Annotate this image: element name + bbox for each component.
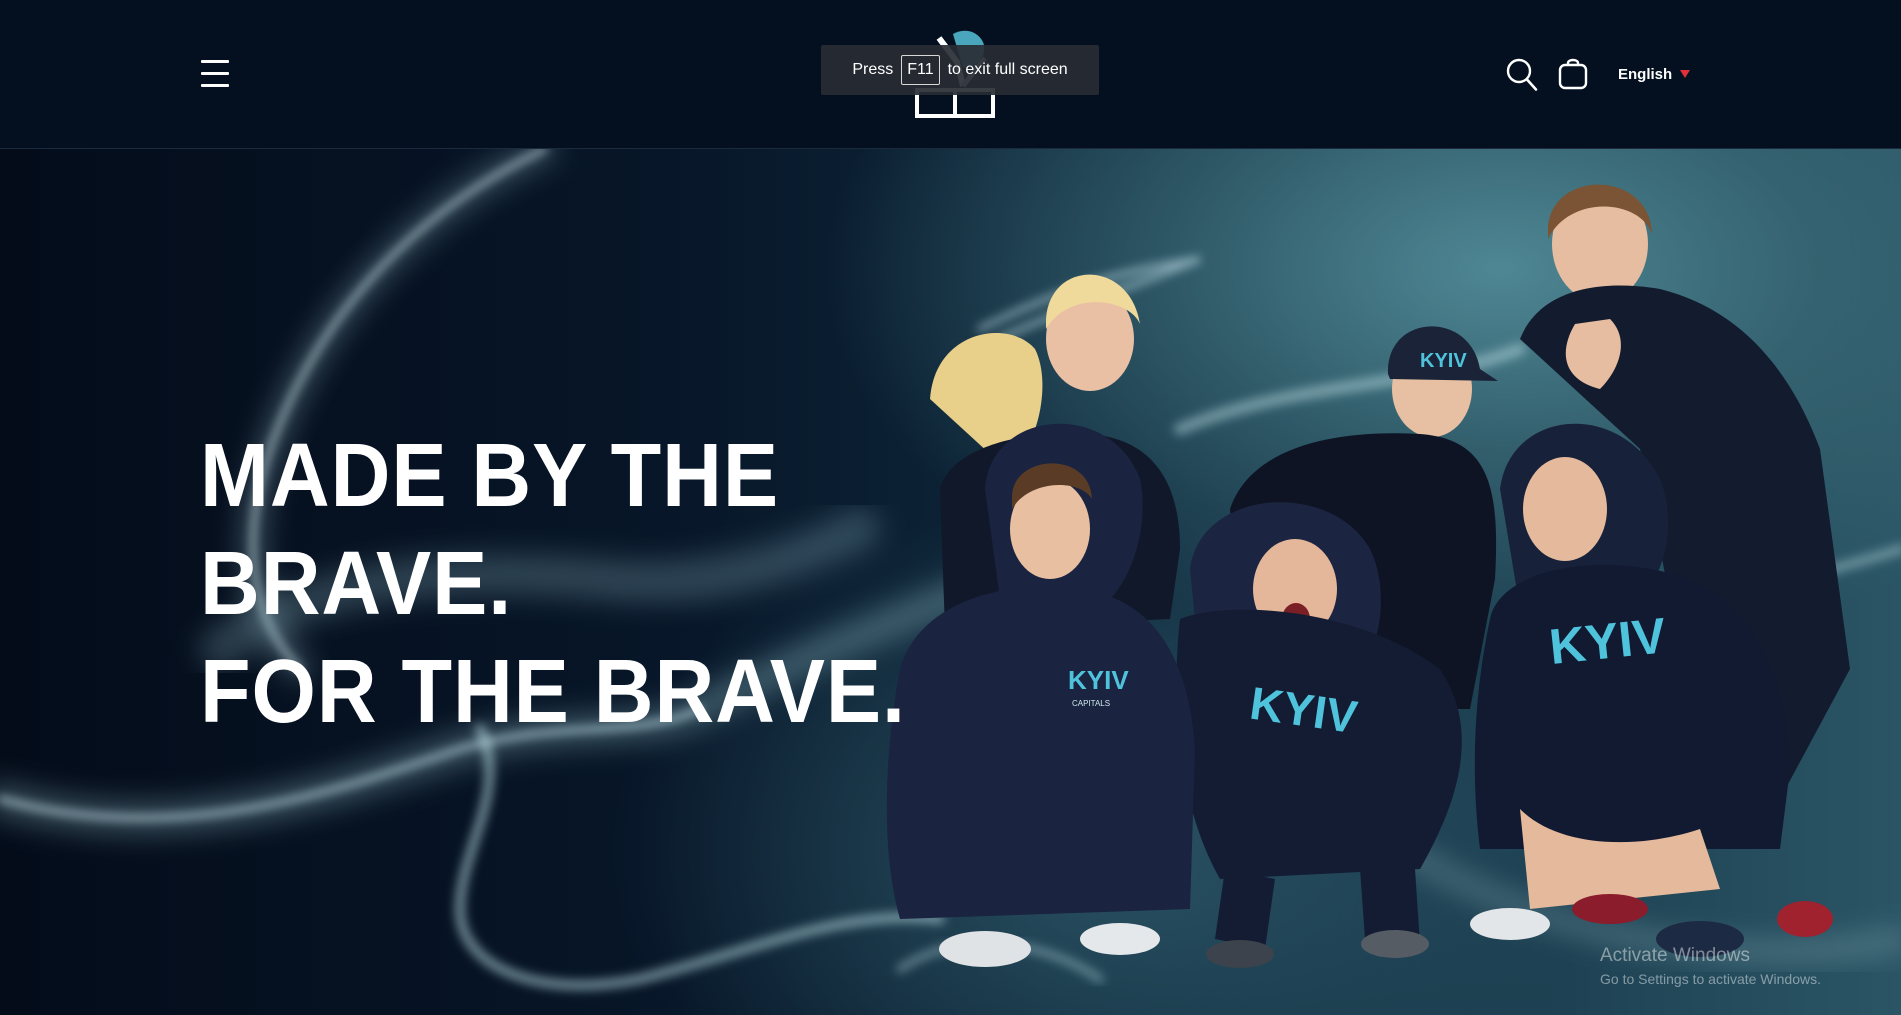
hoodie-subprint-left: CAPITALS [1072, 699, 1110, 708]
hero-headline-line-2: BRAVE. [200, 534, 513, 634]
hoodie-print-left: KYIV [1068, 665, 1129, 695]
hero-headline: MADE BY THE BRAVE. FOR THE BRAVE. [200, 422, 906, 746]
hero-banner: KYIV KYIV KYIV CAPITALS KYIV MADE BY THE… [0, 149, 1901, 1015]
hamburger-menu-icon[interactable] [201, 60, 229, 88]
hero-headline-line-1: MADE BY THE [200, 426, 780, 526]
cap-print: KYIV [1420, 350, 1467, 372]
language-label: English [1618, 65, 1673, 83]
shopping-bag-icon[interactable] [1558, 57, 1588, 90]
fullscreen-notice-suffix: to exit full screen [947, 61, 1068, 78]
fullscreen-notice-prefix: Press [852, 61, 894, 78]
site-header: Press F11 to exit full screen English [0, 0, 1901, 149]
search-icon[interactable] [1506, 58, 1538, 92]
language-selector[interactable]: English [1618, 63, 1691, 85]
watermark-title: Activate Windows [1600, 945, 1750, 966]
caret-down-icon [1680, 70, 1691, 78]
fullscreen-notice-key: F11 [901, 55, 940, 85]
hero-headline-line-3: FOR THE BRAVE. [200, 642, 906, 742]
activate-windows-watermark: Activate Windows Go to Settings to activ… [1600, 945, 1821, 987]
watermark-subtitle: Go to Settings to activate Windows. [1600, 971, 1821, 987]
fullscreen-notice: Press F11 to exit full screen [821, 45, 1099, 95]
page: Press F11 to exit full screen English KY… [0, 0, 1901, 1015]
